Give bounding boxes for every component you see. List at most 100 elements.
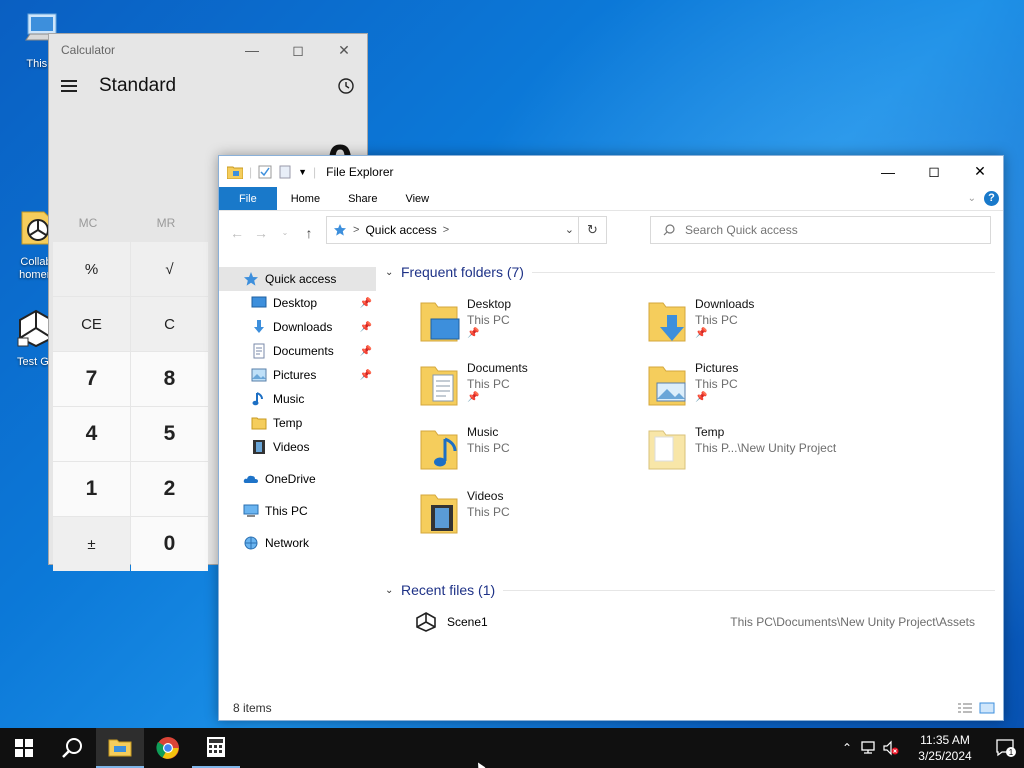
search-button[interactable]: [48, 728, 96, 768]
notification-count: 1: [1009, 748, 1014, 757]
file-explorer-window[interactable]: | ▼ | File Explorer — ◻ ✕ File Home Shar…: [218, 155, 1004, 721]
explorer-titlebar[interactable]: | ▼ | File Explorer — ◻ ✕: [219, 156, 1003, 187]
clock-time: 11:35 AM: [920, 733, 970, 747]
percent-key[interactable]: %: [53, 242, 130, 296]
digit-2-key[interactable]: 2: [131, 462, 208, 516]
nav-item-desktop[interactable]: Desktop 📌: [219, 291, 376, 315]
nav-item-this-pc[interactable]: This PC: [219, 499, 376, 523]
clear-entry-key[interactable]: CE: [53, 297, 130, 351]
search-icon: [663, 224, 675, 236]
forward-button[interactable]: →: [249, 225, 273, 241]
negate-key[interactable]: ±: [53, 517, 130, 571]
taskbar-calculator[interactable]: [192, 728, 240, 768]
new-folder-icon[interactable]: [278, 165, 292, 179]
clear-key[interactable]: C: [131, 297, 208, 351]
nav-item-videos[interactable]: Videos: [219, 435, 376, 459]
large-icons-view-icon[interactable]: [979, 702, 995, 714]
chevron-down-icon: ⌄: [385, 584, 394, 596]
action-center-button[interactable]: 1: [988, 739, 1024, 757]
digit-4-key[interactable]: 4: [53, 407, 130, 461]
calculator-titlebar[interactable]: Calculator — ◻ ✕: [49, 34, 367, 66]
qat-dropdown-icon[interactable]: ▼: [298, 167, 307, 177]
frequent-folders-header[interactable]: ⌄ Frequent folders (7): [385, 261, 995, 283]
nav-item-onedrive[interactable]: OneDrive: [219, 467, 376, 491]
nav-label: Network: [265, 536, 310, 550]
tab-share[interactable]: Share: [334, 187, 391, 210]
menu-icon[interactable]: [61, 80, 77, 92]
close-button[interactable]: ✕: [321, 34, 367, 66]
search-box[interactable]: [650, 216, 991, 244]
folder-tile-documents[interactable]: Documents This PC 📌: [419, 361, 639, 421]
square-root-key[interactable]: √: [131, 242, 208, 296]
digit-8-key[interactable]: 8: [131, 352, 208, 406]
cloud-icon: [243, 475, 258, 483]
maximize-button[interactable]: ◻: [275, 34, 321, 66]
folder-tile-music[interactable]: Music This PC: [419, 425, 639, 485]
taskbar-file-explorer[interactable]: [96, 728, 144, 768]
picture-icon: [251, 368, 267, 382]
nav-item-documents[interactable]: Documents 📌: [219, 339, 376, 363]
details-view-icon[interactable]: [957, 702, 973, 714]
folder-tile-downloads[interactable]: Downloads This PC 📌: [647, 297, 867, 357]
folder-tile-pictures[interactable]: Pictures This PC 📌: [647, 361, 867, 421]
recent-file-path: This PC\Documents\New Unity Project\Asse…: [730, 615, 975, 629]
music-folder-icon: [420, 430, 458, 470]
nav-item-downloads[interactable]: Downloads 📌: [219, 315, 376, 339]
address-bar[interactable]: > Quick access > ⌄ ↻: [326, 216, 607, 244]
network-status-icon[interactable]: [858, 740, 880, 756]
nav-item-pictures[interactable]: Pictures 📌: [219, 363, 376, 387]
properties-icon[interactable]: [258, 165, 272, 179]
recent-file-row[interactable]: Scene1 This PC\Documents\New Unity Proje…: [385, 607, 995, 637]
minimize-button[interactable]: —: [229, 34, 275, 66]
pin-icon: 📌: [695, 328, 708, 339]
digit-1-key[interactable]: 1: [53, 462, 130, 516]
nav-label: OneDrive: [265, 472, 316, 486]
folder-tile-temp[interactable]: Temp This P...\New Unity Project: [647, 425, 867, 485]
tab-home[interactable]: Home: [277, 187, 334, 210]
status-bar: 8 items: [219, 696, 1003, 720]
pictures-folder-icon: [648, 366, 686, 406]
folder-icon: [648, 430, 686, 470]
volume-muted-icon[interactable]: [880, 740, 902, 756]
pin-icon: 📌: [359, 369, 372, 381]
nav-item-temp[interactable]: Temp: [219, 411, 376, 435]
recent-files-header[interactable]: ⌄ Recent files (1): [385, 579, 995, 601]
nav-label: Temp: [273, 416, 303, 430]
refresh-button[interactable]: ↻: [578, 217, 606, 243]
pin-icon: 📌: [359, 345, 372, 357]
documents-folder-icon: [420, 366, 458, 406]
minimize-button[interactable]: —: [865, 156, 911, 188]
show-hidden-icons-icon[interactable]: ⌃: [836, 741, 858, 755]
nav-label: Desktop: [273, 296, 318, 310]
taskbar: ⌃ 11:35 AM 3/25/2024 1: [0, 728, 1024, 768]
back-button[interactable]: ←: [225, 225, 249, 241]
nav-item-quick-access[interactable]: Quick access: [219, 267, 376, 291]
folder-icon: [251, 417, 267, 430]
downloads-folder-icon: [648, 302, 686, 342]
digit-5-key[interactable]: 5: [131, 407, 208, 461]
nav-item-network[interactable]: Network: [219, 531, 376, 555]
nav-item-music[interactable]: Music: [219, 387, 376, 411]
recent-locations-icon[interactable]: ⌄: [273, 228, 297, 237]
folder-tile-videos[interactable]: Videos This PC: [419, 489, 639, 549]
expand-ribbon-icon[interactable]: ⌄: [968, 193, 976, 204]
close-button[interactable]: ✕: [957, 156, 1003, 188]
up-button[interactable]: ↑: [297, 225, 321, 241]
taskbar-chrome[interactable]: [144, 728, 192, 768]
address-dropdown-icon[interactable]: ⌄: [565, 223, 574, 236]
tab-file[interactable]: File: [219, 187, 277, 210]
digit-0-key[interactable]: 0: [131, 517, 208, 571]
address-path[interactable]: Quick access: [365, 223, 436, 237]
maximize-button[interactable]: ◻: [911, 156, 957, 188]
tab-view[interactable]: View: [391, 187, 443, 210]
start-button[interactable]: [0, 728, 48, 768]
search-input[interactable]: [685, 223, 965, 237]
folder-tile-desktop[interactable]: Desktop This PC 📌: [419, 297, 639, 357]
help-icon[interactable]: ?: [984, 191, 999, 206]
digit-7-key[interactable]: 7: [53, 352, 130, 406]
content-pane: ⌄ Frequent folders (7) Desktop This PC 📌 D…: [385, 261, 995, 701]
history-icon[interactable]: [337, 77, 355, 95]
system-clock[interactable]: 11:35 AM 3/25/2024: [910, 732, 980, 764]
network-icon: [244, 536, 258, 550]
film-strip-icon: [253, 440, 265, 454]
